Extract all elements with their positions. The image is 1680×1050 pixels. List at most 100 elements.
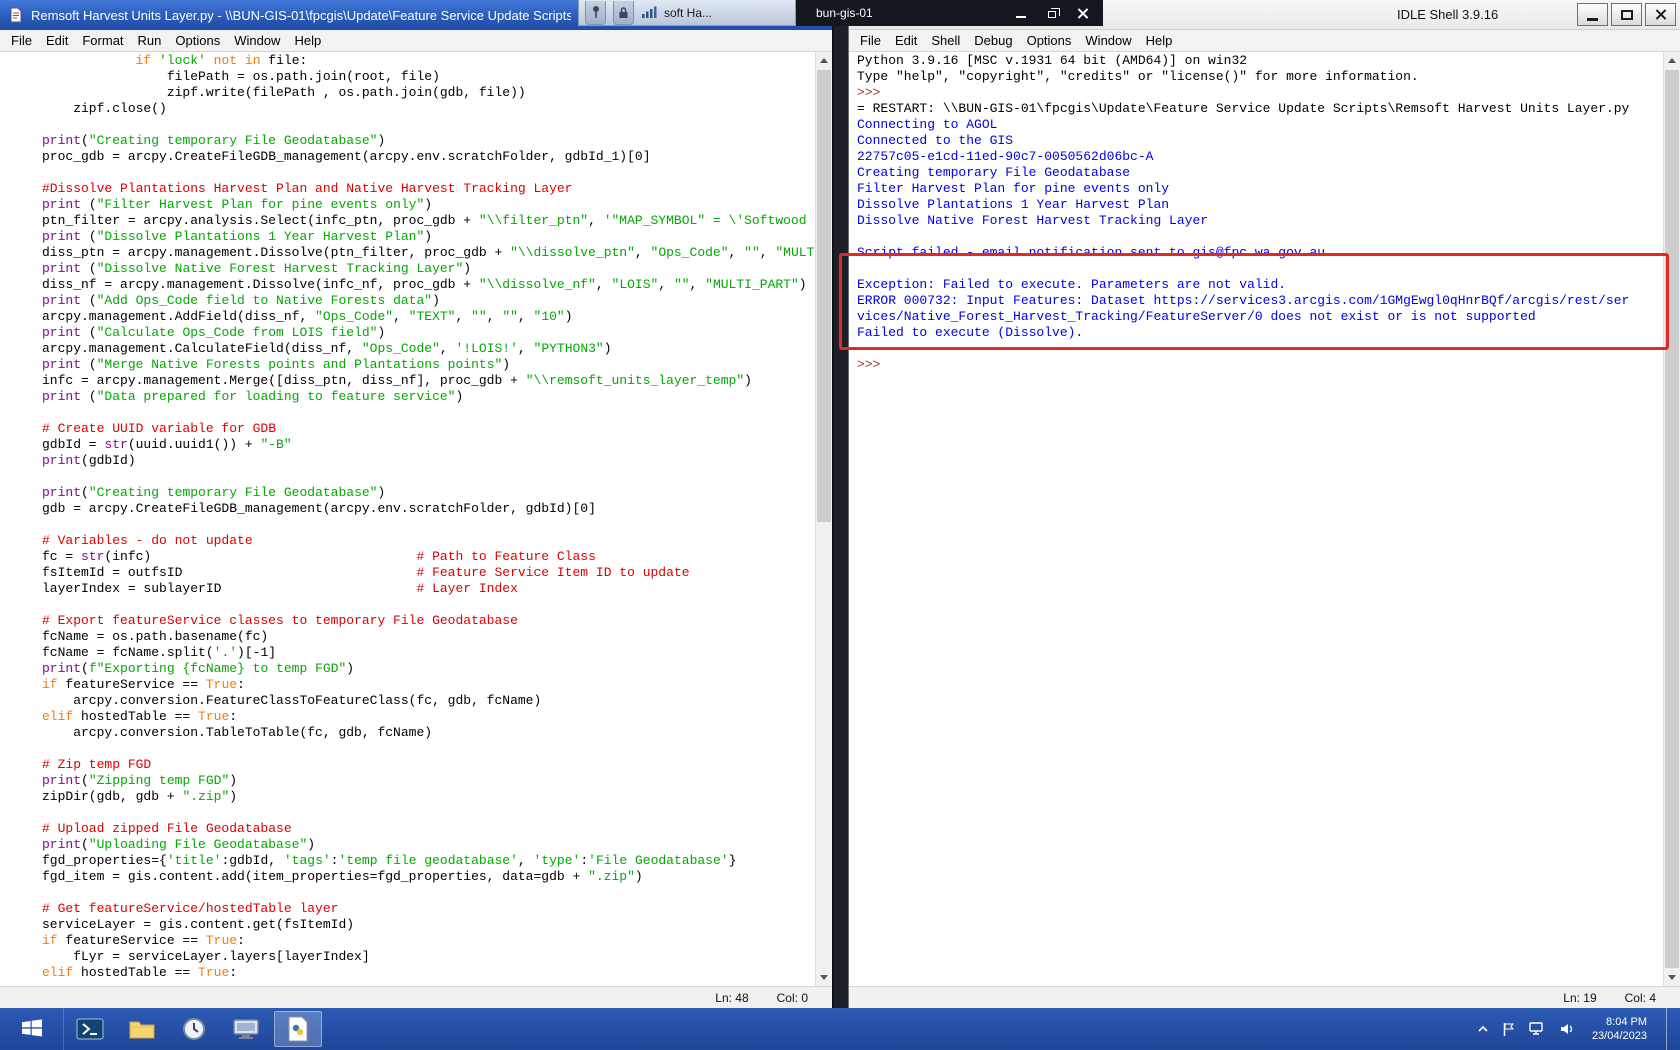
code-line: print(gdbId)	[42, 453, 136, 468]
shell-menu-debug[interactable]: Debug	[967, 33, 1019, 48]
taskbar-powershell[interactable]	[66, 1011, 114, 1047]
shell-window-title: IDLE Shell 3.9.16	[1397, 7, 1499, 22]
scroll-up-arrow[interactable]	[1664, 52, 1680, 69]
code-line: # Zip temp FGD	[42, 757, 152, 772]
taskbar-remote-desktop[interactable]	[222, 1011, 270, 1047]
editor-menu-help[interactable]: Help	[287, 33, 328, 48]
shell-line: Script failed - email notification sent …	[857, 245, 1326, 260]
code-line: print ("Add Ops_Code field to Native For…	[42, 293, 440, 308]
code-line: fLyr = serviceLayer.layers[layerIndex]	[42, 949, 370, 964]
taskbar-clock-app[interactable]	[170, 1011, 218, 1047]
code-line: fgd_item = gis.content.add(item_properti…	[42, 869, 643, 884]
volume-icon[interactable]	[1559, 1022, 1575, 1036]
powershell-icon	[76, 1018, 104, 1040]
scroll-up-arrow[interactable]	[816, 52, 832, 69]
maximize-button[interactable]	[1611, 3, 1642, 26]
rdp-minimize-button[interactable]	[1011, 4, 1031, 22]
editor-menu-options[interactable]: Options	[168, 33, 227, 48]
editor-menu-edit[interactable]: Edit	[39, 33, 75, 48]
tray-time: 8:04 PM	[1606, 1016, 1647, 1028]
code-line: # Export featureService classes to tempo…	[42, 613, 518, 628]
code-line: zipf.write(filePath , os.path.join(gdb, …	[42, 85, 526, 100]
editor-window: Remsoft Harvest Units Layer.py - \\BUN-G…	[0, 0, 834, 1008]
minimize-button[interactable]	[1577, 3, 1608, 26]
shell-line-indicator: Ln: 19	[1563, 990, 1597, 1005]
editor-menu-format[interactable]: Format	[75, 33, 130, 48]
code-line: # Create UUID variable for GDB	[42, 421, 277, 436]
rdp-close-button[interactable]	[1073, 4, 1093, 22]
signal-strength-icon[interactable]	[641, 5, 657, 21]
clock-icon	[183, 1018, 205, 1040]
minimize-icon	[1016, 15, 1026, 18]
tray-date: 23/04/2023	[1591, 1030, 1647, 1042]
code-line: elif hostedTable == True:	[42, 709, 238, 724]
shell-menu-file[interactable]: File	[853, 33, 888, 48]
code-line: # Upload zipped File Geodatabase	[42, 821, 292, 836]
shell-menu-options[interactable]: Options	[1020, 33, 1079, 48]
taskbar-python-idle[interactable]	[274, 1011, 322, 1047]
shell-code[interactable]: Python 3.9.16 [MSC v.1931 64 bit (AMD64)…	[849, 53, 1663, 986]
code-line: diss_nf = arcpy.management.Dissolve(infc…	[42, 277, 807, 292]
show-desktop-button[interactable]	[1666, 1008, 1676, 1050]
scroll-down-arrow[interactable]	[1664, 969, 1680, 986]
pin-icon[interactable]	[585, 0, 606, 25]
lock-icon	[613, 0, 634, 25]
close-button[interactable]	[1645, 3, 1676, 26]
code-line: zipf.close()	[42, 101, 167, 116]
shell-line: 22757c05-e1cd-11ed-90c7-0050562d06bc-A	[857, 149, 1154, 164]
hidden-icons-chevron-icon[interactable]	[1477, 1025, 1489, 1033]
editor-code[interactable]: if 'lock' not in file: filePath = os.pat…	[0, 53, 815, 986]
code-line: infc = arcpy.management.Merge([diss_ptn,…	[42, 373, 752, 388]
editor-menu-window[interactable]: Window	[227, 33, 287, 48]
tray-clock[interactable]: 8:04 PM 23/04/2023	[1588, 1015, 1647, 1043]
code-line: print("Uploading File Geodatabase")	[42, 837, 316, 852]
code-line: arcpy.management.AddField(diss_nf, "Ops_…	[42, 309, 573, 324]
shell-line: Connecting to AGOL	[857, 117, 998, 132]
code-line: # Get featureService/hostedTable layer	[42, 901, 339, 916]
shell-menu-edit[interactable]: Edit	[888, 33, 924, 48]
code-line: fgd_properties={'title':gdbId, 'tags':'t…	[42, 853, 737, 868]
code-line: zipDir(gdb, gdb + ".zip")	[42, 789, 238, 804]
scroll-down-arrow[interactable]	[816, 969, 832, 986]
shell-line: Dissolve Plantations 1 Year Harvest Plan	[857, 197, 1170, 212]
rdp-controls	[1011, 4, 1093, 22]
restore-icon	[1048, 7, 1060, 18]
idle-file-icon	[8, 7, 24, 23]
taskbar-file-explorer[interactable]	[118, 1011, 166, 1047]
code-line: diss_ptn = arcpy.management.Dissolve(ptn…	[42, 245, 815, 260]
shell-line: Creating temporary File Geodatabase	[857, 165, 1131, 180]
code-line: print("Creating temporary File Geodataba…	[42, 485, 386, 500]
shell-content-area[interactable]: Python 3.9.16 [MSC v.1931 64 bit (AMD64)…	[849, 52, 1680, 986]
code-line: gdbId = str(uuid.uuid1()) + "-B"	[42, 437, 292, 452]
code-line: print("Zipping temp FGD")	[42, 773, 238, 788]
code-line: if 'lock' not in file:	[135, 53, 308, 68]
code-line: if featureService == True:	[42, 933, 245, 948]
editor-menu-file[interactable]: File	[4, 33, 39, 48]
shell-menu-shell[interactable]: Shell	[924, 33, 967, 48]
code-line: elif hostedTable == True:	[42, 965, 238, 980]
rdp-bar-machine-section[interactable]: bun-gis-01	[796, 0, 1103, 26]
code-line: print ("Merge Native Forests points and …	[42, 357, 511, 372]
code-line: print ("Dissolve Plantations 1 Year Harv…	[42, 229, 433, 244]
editor-window-title: Remsoft Harvest Units Layer.py - \\BUN-G…	[31, 7, 571, 23]
editor-menu-run[interactable]: Run	[131, 33, 169, 48]
shell-menu-window[interactable]: Window	[1078, 33, 1138, 48]
rdp-restore-button[interactable]	[1042, 4, 1062, 22]
editor-content-area[interactable]: if 'lock' not in file: filePath = os.pat…	[0, 52, 832, 986]
shell-scrollbar[interactable]	[1663, 52, 1680, 986]
editor-scrollbar[interactable]	[815, 52, 832, 986]
network-icon[interactable]	[1529, 1022, 1546, 1036]
flag-icon[interactable]	[1502, 1022, 1516, 1037]
shell-menu-help[interactable]: Help	[1139, 33, 1180, 48]
scrollbar-thumb[interactable]	[1665, 70, 1679, 968]
start-button[interactable]	[0, 1008, 64, 1050]
system-tray: 8:04 PM 23/04/2023	[1477, 1008, 1680, 1050]
code-line: arcpy.conversion.TableToTable(fc, gdb, f…	[42, 725, 433, 740]
shell-line: Python 3.9.16 [MSC v.1931 64 bit (AMD64)…	[857, 53, 1248, 68]
code-line: arcpy.management.CalculateField(diss_nf,…	[42, 341, 612, 356]
editor-column-indicator: Col: 0	[776, 990, 808, 1005]
scrollbar-thumb[interactable]	[817, 70, 831, 522]
